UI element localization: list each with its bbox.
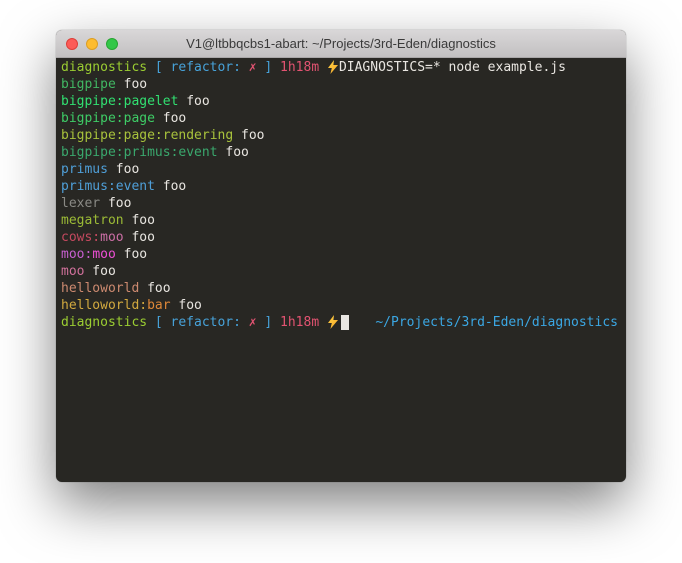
prompt-branch: refactor:	[171, 59, 241, 76]
namespace-segment: bigpipe	[61, 76, 116, 93]
log-line: bigpipe:pagelet foo	[61, 93, 618, 110]
namespace-segment: helloworld:	[61, 297, 147, 314]
log-line: cows:moo foo	[61, 229, 618, 246]
log-message: foo	[218, 144, 249, 161]
cursor	[341, 315, 349, 330]
log-line: bigpipe:primus:event foo	[61, 144, 618, 161]
namespace-segment: primus	[61, 161, 108, 178]
prompt-project: diagnostics	[61, 59, 147, 76]
log-lines: bigpipe foobigpipe:pagelet foobigpipe:pa…	[61, 76, 618, 314]
prompt-idle-line: diagnostics [ refactor: ✗ ] 1h18m ~/Proj…	[61, 314, 618, 331]
namespace-segment: bigpipe:page	[61, 110, 155, 127]
log-message: foo	[100, 195, 131, 212]
log-line: primus foo	[61, 161, 618, 178]
log-line: moo foo	[61, 263, 618, 280]
log-line: lexer foo	[61, 195, 618, 212]
namespace-segment: cows:	[61, 229, 100, 246]
zoom-button[interactable]	[106, 38, 118, 50]
log-message: foo	[124, 229, 155, 246]
traffic-lights	[66, 30, 118, 57]
log-line: megatron foo	[61, 212, 618, 229]
prompt-elapsed: 1h18m	[280, 59, 319, 76]
log-message: foo	[116, 76, 147, 93]
lightning-bolt-icon	[327, 315, 339, 329]
titlebar[interactable]: V1@ltbbqcbs1-abart: ~/Projects/3rd-Eden/…	[56, 30, 626, 58]
command-text: DIAGNOSTICS=* node example.js	[339, 59, 566, 76]
terminal-screen[interactable]: diagnostics [ refactor: ✗ ] 1h18m DIAGNO…	[56, 58, 626, 482]
namespace-segment: helloworld	[61, 280, 139, 297]
namespace-segment: bigpipe:pagelet	[61, 93, 178, 110]
terminal-window: V1@ltbbqcbs1-abart: ~/Projects/3rd-Eden/…	[56, 30, 626, 482]
namespace-segment: bigpipe:primus:event	[61, 144, 218, 161]
cwd-path: ~/Projects/3rd-Eden/diagnostics	[375, 314, 618, 331]
log-line: bigpipe:page:rendering foo	[61, 127, 618, 144]
namespace-segment: primus:event	[61, 178, 155, 195]
log-message: foo	[178, 93, 209, 110]
prompt-close-bracket: ]	[264, 59, 272, 76]
log-message: foo	[108, 161, 139, 178]
log-message: foo	[233, 127, 264, 144]
prompt-command-line: diagnostics [ refactor: ✗ ] 1h18m DIAGNO…	[61, 59, 618, 76]
log-line: bigpipe foo	[61, 76, 618, 93]
namespace-segment: bigpipe:page:rendering	[61, 127, 233, 144]
namespace-segment: moo	[100, 229, 123, 246]
prompt-dirty-flag: ✗	[249, 314, 257, 331]
log-message: foo	[124, 212, 155, 229]
window-title: V1@ltbbqcbs1-abart: ~/Projects/3rd-Eden/…	[186, 36, 496, 51]
namespace-segment: lexer	[61, 195, 100, 212]
prompt-open-bracket: [	[155, 59, 163, 76]
log-line: bigpipe:page foo	[61, 110, 618, 127]
prompt-open-bracket: [	[155, 314, 163, 331]
prompt-close-bracket: ]	[264, 314, 272, 331]
prompt-project: diagnostics	[61, 314, 147, 331]
log-message: foo	[171, 297, 202, 314]
log-line: moo:moo foo	[61, 246, 618, 263]
log-line: helloworld foo	[61, 280, 618, 297]
minimize-button[interactable]	[86, 38, 98, 50]
log-message: foo	[139, 280, 170, 297]
namespace-segment: moo:	[61, 246, 92, 263]
log-line: helloworld:bar foo	[61, 297, 618, 314]
prompt-dirty-flag: ✗	[249, 59, 257, 76]
log-message: foo	[155, 178, 186, 195]
namespace-segment: bar	[147, 297, 170, 314]
namespace-segment: moo	[61, 263, 84, 280]
prompt-branch: refactor:	[171, 314, 241, 331]
log-message: foo	[116, 246, 147, 263]
namespace-segment: moo	[92, 246, 115, 263]
lightning-bolt-icon	[327, 60, 339, 74]
log-message: foo	[155, 110, 186, 127]
log-message: foo	[84, 263, 115, 280]
namespace-segment: megatron	[61, 212, 124, 229]
prompt-elapsed: 1h18m	[280, 314, 319, 331]
close-button[interactable]	[66, 38, 78, 50]
log-line: primus:event foo	[61, 178, 618, 195]
